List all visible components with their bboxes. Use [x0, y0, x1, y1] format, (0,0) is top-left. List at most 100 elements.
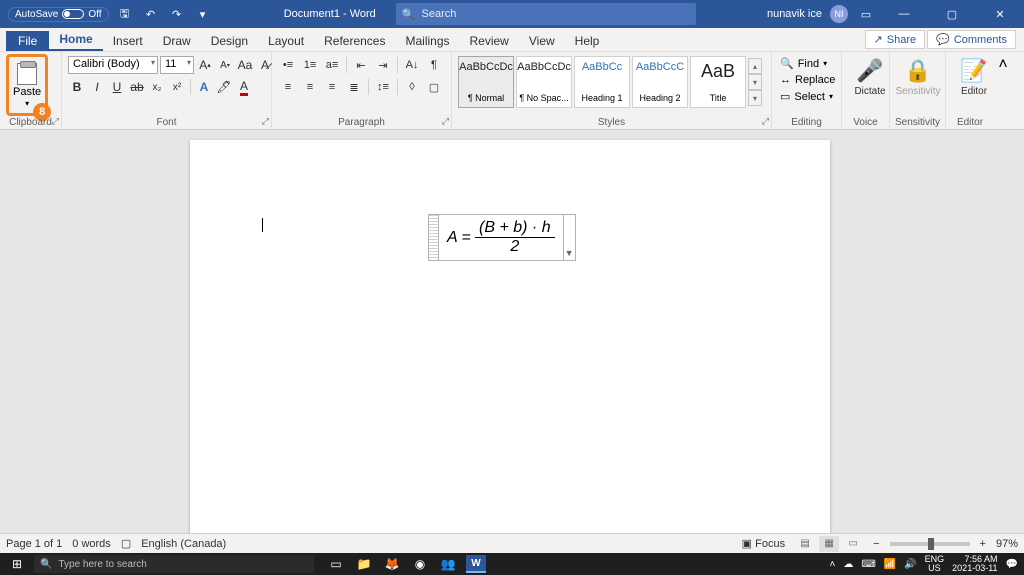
- align-right-button[interactable]: ≡: [322, 78, 342, 96]
- text-effects-button[interactable]: A: [195, 78, 213, 96]
- zoom-in-button[interactable]: +: [980, 538, 986, 550]
- focus-mode-button[interactable]: ▣ Focus: [742, 537, 785, 550]
- paste-button[interactable]: Paste ▾ 8: [6, 54, 48, 116]
- redo-icon[interactable]: ↷: [167, 4, 187, 24]
- tray-language[interactable]: ENG US: [925, 555, 945, 573]
- proofing-icon[interactable]: ▢: [121, 537, 131, 550]
- equation-options-button[interactable]: ▼: [563, 215, 575, 260]
- tray-chevron-up-icon[interactable]: ˄: [829, 559, 835, 570]
- styles-dialog-launcher-icon[interactable]: ⤢: [762, 116, 769, 127]
- bullets-button[interactable]: •≡: [278, 56, 298, 74]
- equation-object[interactable]: A = (B + b) · h 2 ▼: [428, 214, 576, 261]
- tab-help[interactable]: Help: [565, 31, 610, 51]
- maximize-button[interactable]: ▢: [932, 0, 972, 28]
- task-view-button[interactable]: ▭: [326, 555, 346, 573]
- editor-button[interactable]: 📝 Editor: [952, 54, 996, 97]
- bold-button[interactable]: B: [68, 78, 86, 96]
- file-explorer-icon[interactable]: 📁: [354, 555, 374, 573]
- tab-view[interactable]: View: [519, 31, 565, 51]
- word-taskbar-icon[interactable]: W: [466, 555, 486, 573]
- web-layout-button[interactable]: ▭: [843, 536, 863, 552]
- search-bar[interactable]: 🔍 Search: [396, 3, 696, 25]
- start-button[interactable]: ⊞: [0, 557, 34, 571]
- zoom-slider[interactable]: [890, 542, 970, 546]
- align-left-button[interactable]: ≡: [278, 78, 298, 96]
- numbering-button[interactable]: 1≡: [300, 56, 320, 74]
- tab-review[interactable]: Review: [460, 31, 519, 51]
- comments-button[interactable]: 💬Comments: [927, 30, 1016, 49]
- decrease-indent-button[interactable]: ⇤: [351, 56, 371, 74]
- styles-expand-icon[interactable]: ▾: [748, 90, 762, 106]
- multilevel-list-button[interactable]: a≡: [322, 56, 342, 74]
- superscript-button[interactable]: x²: [168, 78, 186, 96]
- print-layout-button[interactable]: ▦: [819, 536, 839, 552]
- ribbon-display-icon[interactable]: ▭: [856, 4, 876, 24]
- styles-scroll-down-icon[interactable]: ▾: [748, 74, 762, 90]
- read-mode-button[interactable]: ▤: [795, 536, 815, 552]
- find-button[interactable]: 🔍Find▾: [778, 56, 837, 71]
- close-button[interactable]: ✕: [980, 0, 1020, 28]
- select-button[interactable]: ▭Select▾: [778, 89, 837, 104]
- subscript-button[interactable]: x₂: [148, 78, 166, 96]
- align-center-button[interactable]: ≡: [300, 78, 320, 96]
- minimize-button[interactable]: —: [884, 0, 924, 28]
- tab-design[interactable]: Design: [201, 31, 258, 51]
- taskbar-search[interactable]: 🔍 Type here to search: [34, 555, 314, 573]
- tab-mailings[interactable]: Mailings: [395, 31, 459, 51]
- document-workspace[interactable]: A = (B + b) · h 2 ▼: [0, 130, 1024, 533]
- highlight-button[interactable]: 🖊: [215, 78, 233, 96]
- font-name-select[interactable]: Calibri (Body): [68, 56, 158, 74]
- tray-onedrive-icon[interactable]: ☁: [843, 559, 853, 570]
- teams-icon[interactable]: 👥: [438, 555, 458, 573]
- chrome-icon[interactable]: ◉: [410, 555, 430, 573]
- sort-button[interactable]: A↓: [402, 56, 422, 74]
- borders-button[interactable]: ▢: [424, 78, 444, 96]
- autosave-toggle[interactable]: AutoSave Off: [8, 7, 109, 22]
- user-avatar[interactable]: NI: [830, 5, 848, 23]
- document-page[interactable]: A = (B + b) · h 2 ▼: [190, 140, 830, 533]
- tray-wifi-icon[interactable]: 📶: [884, 559, 896, 570]
- tray-network-icon[interactable]: ⌨: [861, 559, 875, 570]
- font-color-button[interactable]: A: [235, 78, 253, 96]
- share-button[interactable]: ↗Share: [865, 30, 926, 49]
- equation-handle-left-icon[interactable]: [429, 215, 439, 260]
- increase-indent-button[interactable]: ⇥: [373, 56, 393, 74]
- tray-clock[interactable]: 7:56 AM 2021-03-11: [952, 555, 997, 573]
- grow-font-button[interactable]: A▴: [196, 56, 214, 74]
- shrink-font-button[interactable]: A▾: [216, 56, 234, 74]
- paragraph-dialog-launcher-icon[interactable]: ⤢: [442, 116, 449, 127]
- status-words[interactable]: 0 words: [72, 538, 111, 550]
- action-center-icon[interactable]: 💬: [1006, 559, 1018, 570]
- tab-references[interactable]: References: [314, 31, 395, 51]
- justify-button[interactable]: ≣: [344, 78, 364, 96]
- show-marks-button[interactable]: ¶: [424, 56, 444, 74]
- style-heading-2[interactable]: AaBbCcCHeading 2: [632, 56, 688, 108]
- replace-button[interactable]: ↔Replace: [778, 73, 837, 87]
- font-dialog-launcher-icon[interactable]: ⤢: [262, 116, 269, 127]
- status-page[interactable]: Page 1 of 1: [6, 538, 62, 550]
- tab-layout[interactable]: Layout: [258, 31, 314, 51]
- styles-scroll-up-icon[interactable]: ▴: [748, 58, 762, 74]
- tray-volume-icon[interactable]: 🔊: [904, 559, 916, 570]
- style-no-spacing[interactable]: AaBbCcDc¶ No Spac...: [516, 56, 572, 108]
- zoom-level[interactable]: 97%: [996, 538, 1018, 550]
- strikethrough-button[interactable]: ab: [128, 78, 146, 96]
- tab-file[interactable]: File: [6, 31, 49, 51]
- clipboard-dialog-launcher-icon[interactable]: ⤢: [52, 116, 59, 127]
- shading-button[interactable]: ◊: [402, 78, 422, 96]
- style-title[interactable]: AaBTitle: [690, 56, 746, 108]
- undo-icon[interactable]: ↶: [141, 4, 161, 24]
- line-spacing-button[interactable]: ↕≡: [373, 78, 393, 96]
- equation-content[interactable]: A = (B + b) · h 2: [439, 215, 563, 260]
- style-normal[interactable]: AaBbCcDc¶ Normal: [458, 56, 514, 108]
- tab-insert[interactable]: Insert: [103, 31, 153, 51]
- collapse-ribbon-button[interactable]: ˄: [994, 52, 1012, 129]
- firefox-icon[interactable]: 🦊: [382, 555, 402, 573]
- tab-home[interactable]: Home: [49, 29, 102, 51]
- dictate-button[interactable]: 🎤 Dictate: [848, 54, 892, 97]
- italic-button[interactable]: I: [88, 78, 106, 96]
- zoom-out-button[interactable]: −: [873, 538, 879, 550]
- font-size-select[interactable]: 11: [160, 56, 194, 74]
- qat-customize-icon[interactable]: ▾: [193, 4, 213, 24]
- save-icon[interactable]: 🖫: [115, 4, 135, 24]
